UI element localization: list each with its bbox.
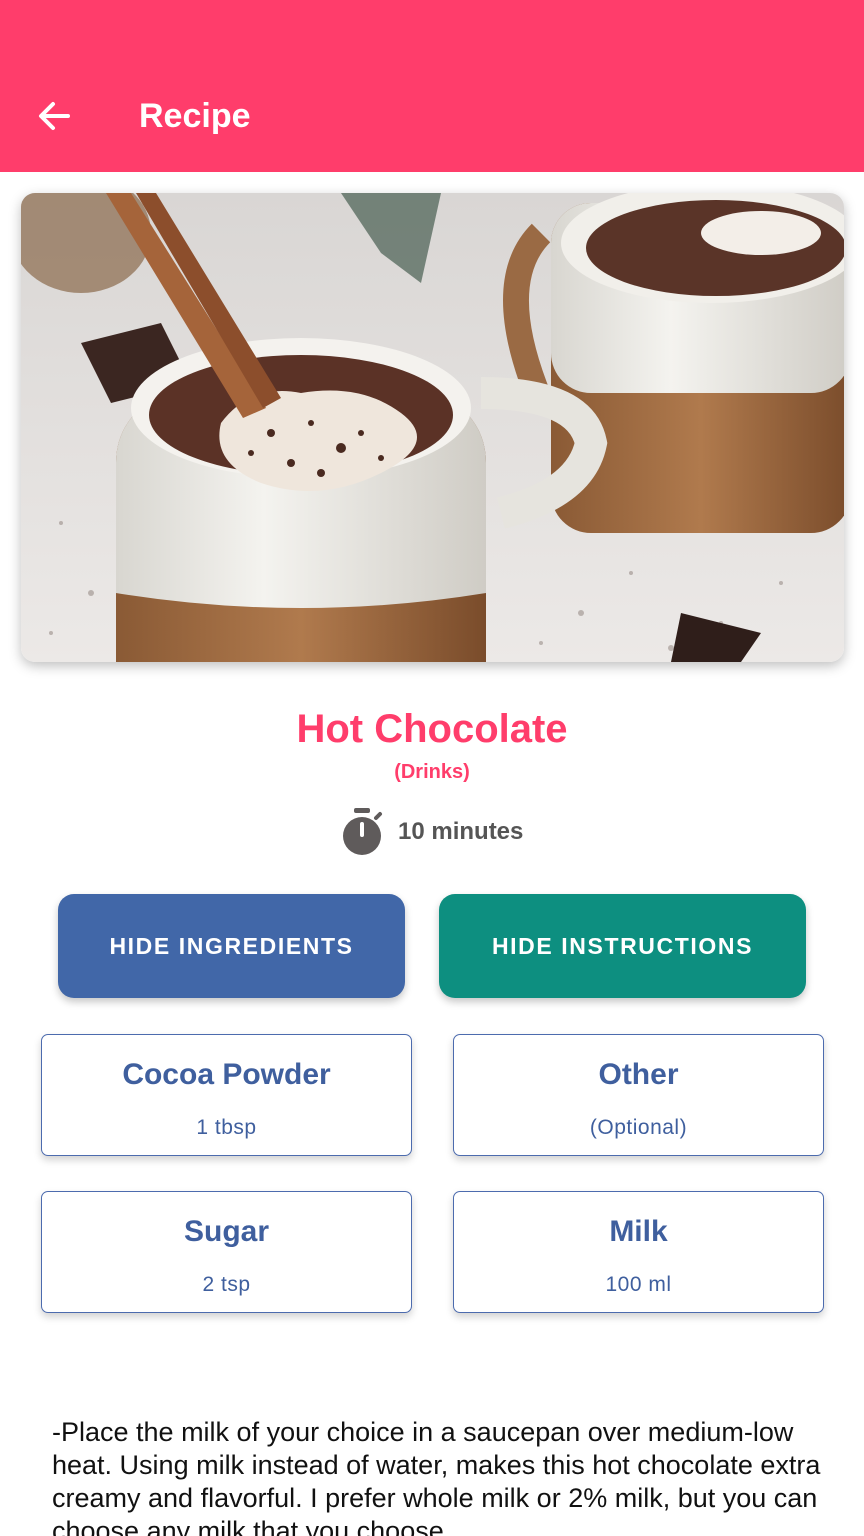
recipe-image bbox=[21, 193, 844, 662]
arrow-left-icon bbox=[39, 102, 70, 130]
ingredient-name: Milk bbox=[609, 1215, 668, 1248]
back-button[interactable] bbox=[28, 90, 80, 142]
instructions-text: -Place the milk of your choice in a sauc… bbox=[52, 1417, 821, 1536]
ingredient-card: Cocoa Powder 1 tbsp bbox=[41, 1034, 412, 1156]
cook-time-text: 10 minutes bbox=[398, 818, 524, 845]
page-title: Recipe bbox=[139, 97, 251, 135]
ingredient-card: Milk 100 ml bbox=[453, 1191, 824, 1313]
ingredient-quantity: 2 tsp bbox=[202, 1273, 251, 1296]
recipe-title: Hot Chocolate bbox=[296, 707, 568, 751]
app-bar: Recipe bbox=[0, 0, 864, 172]
ingredient-quantity: 1 tbsp bbox=[196, 1116, 257, 1139]
ingredient-name: Sugar bbox=[183, 1215, 270, 1248]
stopwatch-icon bbox=[343, 808, 382, 855]
recipe-category: (Drinks) bbox=[394, 761, 470, 783]
cook-time: 10 minutes bbox=[340, 808, 523, 856]
ingredient-name: Other bbox=[598, 1058, 679, 1091]
hide-instructions-button[interactable]: HIDE INSTRUCTIONS bbox=[439, 894, 806, 998]
ingredient-quantity: (Optional) bbox=[589, 1116, 688, 1139]
ingredient-name: Cocoa Powder bbox=[122, 1058, 331, 1091]
ingredient-card: Sugar 2 tsp bbox=[41, 1191, 412, 1313]
ingredient-card: Other (Optional) bbox=[453, 1034, 824, 1156]
ingredient-quantity: 100 ml bbox=[605, 1273, 672, 1296]
hide-ingredients-button[interactable]: HIDE INGREDIENTS bbox=[58, 894, 405, 998]
